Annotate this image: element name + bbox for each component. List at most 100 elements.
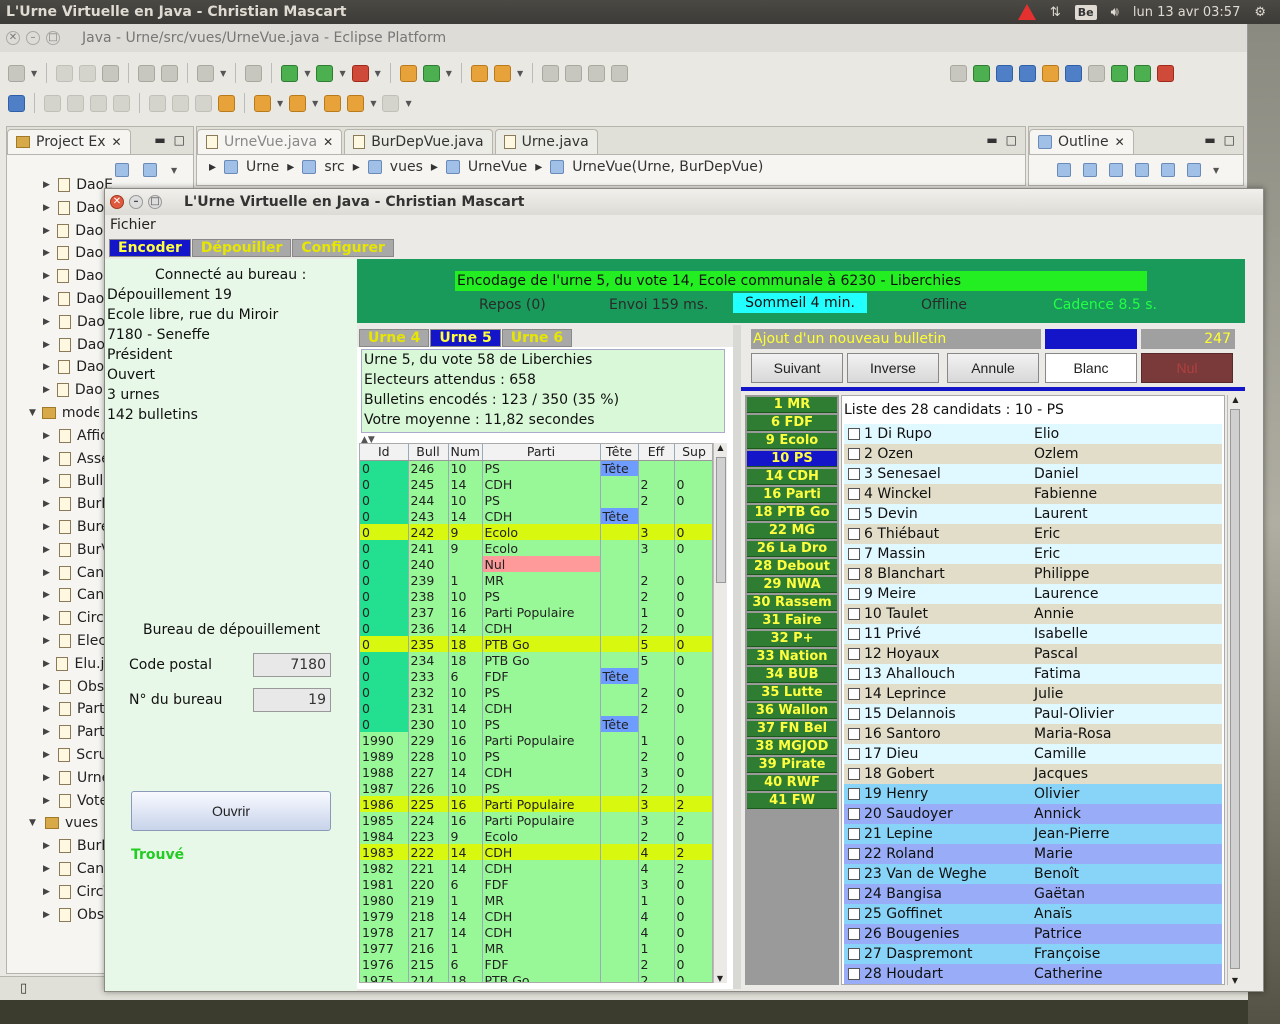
party-button[interactable]: 34 BUB xyxy=(747,667,837,683)
party-button[interactable]: 37 FN Bel xyxy=(747,721,837,737)
step-over-icon[interactable] xyxy=(172,94,189,112)
tree-item[interactable]: ▶ Cand xyxy=(43,861,113,877)
table-row[interactable]: 1981 220 6 FDF 3 0 xyxy=(360,876,712,892)
expand-arrow-icon[interactable]: ▶ xyxy=(43,636,53,646)
suspend-icon[interactable] xyxy=(67,94,84,112)
candidate-checkbox[interactable] xyxy=(848,528,860,540)
candidate-row[interactable]: 20 Saudoyer Annick xyxy=(844,804,1222,824)
step-return-icon[interactable] xyxy=(195,94,212,112)
expand-arrow-icon[interactable]: ▶ xyxy=(43,476,53,486)
sync-icon[interactable] xyxy=(1019,64,1036,82)
candidate-row[interactable]: 8 Blanchart Philippe xyxy=(844,564,1222,584)
debug-icon[interactable] xyxy=(281,64,299,82)
candidate-checkbox[interactable] xyxy=(848,868,860,880)
candidate-checkbox[interactable] xyxy=(848,768,860,780)
party-button[interactable]: 10 PS xyxy=(747,451,837,467)
blanc-button[interactable]: Blanc xyxy=(1045,353,1137,383)
save-all-icon[interactable] xyxy=(79,64,97,82)
status-indicator-icon[interactable]: ▯ xyxy=(20,981,27,996)
expand-arrow-icon[interactable]: ▶ xyxy=(43,659,50,669)
scrollbar-thumb[interactable] xyxy=(1230,409,1240,969)
candidate-row[interactable]: 3 Senesael Daniel xyxy=(844,464,1222,484)
table-row[interactable]: 1986 225 16 Parti Populaire 3 2 xyxy=(360,796,712,812)
table-row[interactable]: 1977 216 1 MR 1 0 xyxy=(360,940,712,956)
table-row[interactable]: 0 246 10 PS Tête xyxy=(360,460,712,476)
code-postal-field[interactable]: 7180 xyxy=(253,653,331,677)
terminate-icon[interactable] xyxy=(90,94,107,112)
import-icon[interactable] xyxy=(138,64,156,82)
table-row[interactable]: 1975 214 18 PTB Go 2 0 xyxy=(360,972,712,982)
table-row[interactable]: 1980 219 1 MR 1 0 xyxy=(360,892,712,908)
open-folder-icon[interactable] xyxy=(470,64,488,82)
party-button[interactable]: 22 MG xyxy=(747,523,837,539)
tree-item[interactable]: ▶ Scrut xyxy=(43,747,113,763)
view-menu-icon[interactable]: ▼ xyxy=(1213,166,1219,175)
tree-item[interactable]: ▶ BurD xyxy=(43,838,113,854)
party-button[interactable]: 32 P+ xyxy=(747,631,837,647)
table-row[interactable]: 1976 215 6 FDF 2 0 xyxy=(360,956,712,972)
warning-icon[interactable] xyxy=(1017,4,1036,20)
new-class-icon[interactable] xyxy=(422,64,440,82)
last-edit-icon[interactable] xyxy=(324,94,342,112)
tab-urne-4[interactable]: Urne 4 xyxy=(359,329,430,347)
expand-arrow-icon[interactable]: ▶ xyxy=(43,317,53,327)
block-select-icon[interactable] xyxy=(588,64,606,82)
tree-item[interactable]: ▶ BurD xyxy=(43,496,113,512)
candidate-checkbox[interactable] xyxy=(848,488,860,500)
tab-outline[interactable]: Outline ✕ xyxy=(1029,129,1134,154)
tree-item[interactable]: ▶ Cant xyxy=(43,587,113,603)
search-icon[interactable] xyxy=(1088,64,1105,82)
candidate-row[interactable]: 16 Santoro Maria-Rosa xyxy=(844,724,1222,744)
keyboard-layout-indicator[interactable]: Be xyxy=(1074,4,1097,20)
forward-icon[interactable] xyxy=(382,94,400,112)
party-button[interactable]: 38 MGJOD xyxy=(747,739,837,755)
party-button[interactable]: 26 La Dro xyxy=(747,541,837,557)
table-row[interactable]: 0 239 1 MR 2 0 xyxy=(360,572,712,588)
minimize-icon[interactable]: – xyxy=(129,195,143,209)
party-button[interactable]: 28 Debout xyxy=(747,559,837,575)
expand-arrow-icon[interactable]: ▶ xyxy=(43,362,52,372)
team-icon[interactable] xyxy=(1065,64,1082,82)
table-row[interactable]: 1984 223 9 Ecolo 2 0 xyxy=(360,828,712,844)
editor-tab[interactable]: UrneVue.java ✕ xyxy=(197,129,343,154)
inverse-button[interactable]: Inverse xyxy=(847,353,939,383)
candidate-row[interactable]: 25 Goffinet Anaïs xyxy=(844,904,1222,924)
candidate-checkbox[interactable] xyxy=(848,928,860,940)
expand-arrow-icon[interactable]: ▶ xyxy=(43,203,52,213)
column-header[interactable]: Parti xyxy=(482,444,601,461)
table-row[interactable]: 0 235 18 PTB Go 5 0 xyxy=(360,636,712,652)
candidate-row[interactable]: 28 Houdart Catherine xyxy=(844,964,1222,984)
tree-item[interactable]: ▶ DaoE xyxy=(43,177,113,193)
prev-annotation-icon[interactable] xyxy=(289,94,307,112)
table-row[interactable]: 0 237 16 Parti Populaire 1 0 xyxy=(360,604,712,620)
expand-arrow-icon[interactable]: ▶ xyxy=(43,294,52,304)
party-button[interactable]: 6 FDF xyxy=(747,415,837,431)
toggle-mark-icon[interactable] xyxy=(542,64,560,82)
party-button[interactable]: 14 CDH xyxy=(747,469,837,485)
link-editor-icon[interactable] xyxy=(143,163,157,177)
expand-arrow-icon[interactable]: ▶ xyxy=(43,796,53,806)
whitespace-icon[interactable] xyxy=(611,64,629,82)
table-row[interactable]: 0 241 9 Ecolo 3 0 xyxy=(360,540,712,556)
candidate-checkbox[interactable] xyxy=(848,888,860,900)
menu-fichier[interactable]: Fichier xyxy=(110,217,156,233)
party-button[interactable]: 1 MR xyxy=(747,397,837,413)
expand-arrow-icon[interactable]: ▶ xyxy=(43,499,53,509)
table-row[interactable]: 0 233 6 FDF Tête xyxy=(360,668,712,684)
hide-fields-icon[interactable] xyxy=(1109,163,1123,177)
collapse-all-icon[interactable] xyxy=(1057,163,1071,177)
candidate-row[interactable]: 22 Roland Marie xyxy=(844,844,1222,864)
candidate-checkbox[interactable] xyxy=(848,548,860,560)
candidate-row[interactable]: 7 Massin Eric xyxy=(844,544,1222,564)
scroll-down-icon[interactable]: ▼ xyxy=(714,974,726,983)
table-scrollbar[interactable]: ▲ ▼ xyxy=(713,443,727,983)
expand-arrow-icon[interactable]: ▶ xyxy=(43,910,53,920)
table-row[interactable]: 1989 228 10 PS 2 0 xyxy=(360,748,712,764)
scroll-up-icon[interactable]: ▲ xyxy=(1228,395,1243,404)
search-tool-icon[interactable] xyxy=(493,64,511,82)
print-icon[interactable] xyxy=(102,64,120,82)
suivant-button[interactable]: Suivant xyxy=(751,353,843,383)
maximize-icon[interactable]: □ xyxy=(148,195,162,209)
table-row[interactable]: 0 240 Nul xyxy=(360,556,712,572)
candidate-row[interactable]: 15 Delannois Paul-Olivier xyxy=(844,704,1222,724)
